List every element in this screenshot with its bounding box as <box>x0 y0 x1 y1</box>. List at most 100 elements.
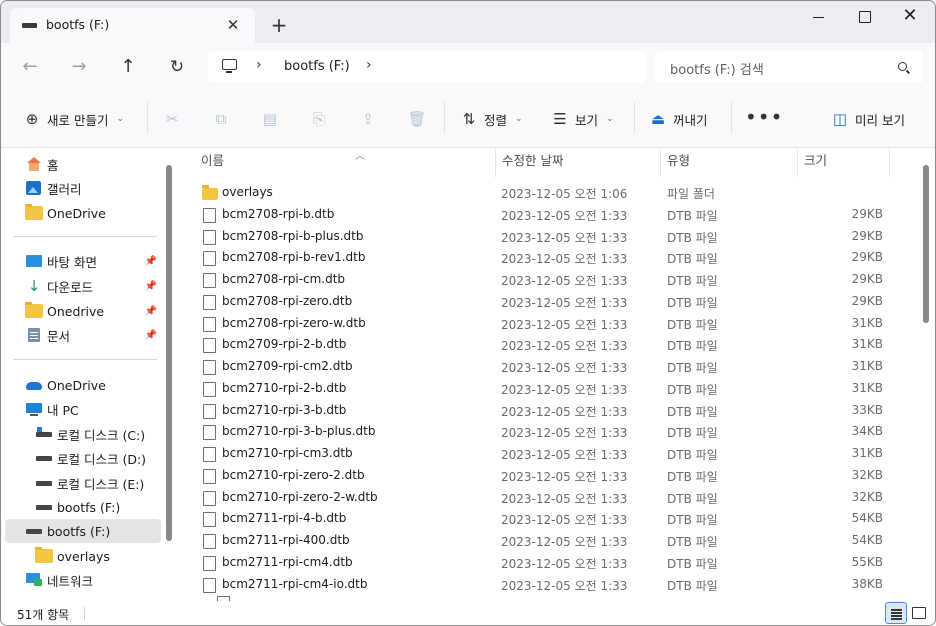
pin-icon[interactable]: 📌 <box>145 256 157 267</box>
sidebar-item-gallery[interactable]: 갤러리 <box>5 176 161 200</box>
column-header-size[interactable]: 크기 <box>798 149 890 177</box>
pin-icon[interactable]: 📌 <box>145 281 157 292</box>
sidebar-item-overlays[interactable]: overlays <box>5 544 161 568</box>
file-name: bcm2708-rpi-zero.dtb <box>222 293 353 308</box>
view-button[interactable]: ☰ 보기 ⌄ <box>551 107 613 131</box>
minimize-button[interactable] <box>795 1 841 33</box>
sidebar-item-drive-c[interactable]: 로컬 디스크 (C:) <box>5 422 161 446</box>
file-name: bcm2710-rpi-3-b.dtb <box>222 402 347 417</box>
table-row[interactable]: bcm2708-rpi-b.dtb 2023-12-05 오전 1:33 DTB 파… <box>193 204 913 226</box>
file-icon <box>203 447 216 462</box>
table-row[interactable]: bcm2710-rpi-zero-2-w.dtb 2023-12-05 오전 1:… <box>193 487 913 509</box>
file-type: DTB 파일 <box>667 426 718 441</box>
sidebar-item-bootfs[interactable]: bootfs (F:) <box>5 519 161 543</box>
table-row[interactable]: bcm2708-rpi-b-rev1.dtb 2023-12-05 오전 1:33… <box>193 247 913 269</box>
view-lines-icon: ☰ <box>553 110 567 128</box>
item-count: 51개 항목 <box>17 608 70 622</box>
close-window-button[interactable]: ✕ <box>887 1 933 33</box>
table-row[interactable]: bcm2711-rpi-cm4.dtb 2023-12-05 오전 1:33 DTB… <box>193 552 913 574</box>
maximize-button[interactable] <box>841 1 887 33</box>
share-icon[interactable]: ⇪ <box>357 107 379 131</box>
address-bar[interactable]: › bootfs (F:) › <box>208 51 646 83</box>
more-options-button[interactable]: ••• <box>745 105 783 129</box>
content-scrollbar[interactable] <box>923 165 929 323</box>
computer-icon <box>25 402 43 416</box>
tab-bootfs[interactable]: bootfs (F:) ✕ <box>10 8 255 43</box>
pin-icon[interactable]: 📌 <box>145 306 157 317</box>
sidebar-item-network[interactable]: 네트워크 <box>5 568 161 592</box>
column-header-type[interactable]: 유형 <box>661 149 798 177</box>
network-icon <box>25 573 43 587</box>
forward-button[interactable]: → <box>64 53 94 81</box>
table-row[interactable]: bcm2710-rpi-3-b-plus.dtb 2023-12-05 오전 1:… <box>193 421 913 443</box>
sidebar-divider <box>13 359 157 360</box>
eject-button[interactable]: ⏏ 꺼내기 <box>649 107 708 131</box>
table-row[interactable]: bcm2711-rpi-4-b.dtb 2023-12-05 오전 1:33 DTB… <box>193 508 913 530</box>
sidebar-item-downloads[interactable]: ↓ 다운로드 📌 <box>5 274 161 298</box>
sidebar-item-desktop[interactable]: 바탕 화면 📌 <box>5 249 161 273</box>
table-row[interactable]: bcm2708-rpi-zero.dtb 2023-12-05 오전 1:33 DT… <box>193 291 913 313</box>
table-row[interactable]: overlays 2023-12-05 오전 1:06 파일 폴더 <box>193 182 913 204</box>
table-row[interactable]: bcm2710-rpi-zero-2.dtb 2023-12-05 오전 1:33… <box>193 465 913 487</box>
sidebar-item-home[interactable]: 홈 <box>5 152 161 176</box>
sort-button[interactable]: ⇅ 정렬 ⌄ <box>460 107 523 131</box>
view-label: 보기 <box>575 112 599 128</box>
sidebar-item-documents[interactable]: 문서 📌 <box>5 323 161 347</box>
new-tab-button[interactable]: + <box>265 13 293 39</box>
sidebar-item-label: bootfs (F:) <box>57 499 121 515</box>
computer-icon[interactable] <box>222 59 237 73</box>
file-size: 31KB <box>851 337 883 352</box>
table-row[interactable]: bcm2708-rpi-b-plus.dtb 2023-12-05 오전 1:33… <box>193 226 913 248</box>
breadcrumb-chevron-icon[interactable]: › <box>256 57 262 73</box>
breadcrumb-bootfs[interactable]: bootfs (F:) <box>284 59 350 74</box>
breadcrumb-chevron-icon[interactable]: › <box>366 57 372 73</box>
file-type: DTB 파일 <box>667 252 718 267</box>
refresh-button[interactable]: ↻ <box>162 53 192 81</box>
tiles-view-button[interactable] <box>908 602 930 624</box>
rename-icon[interactable]: ⎘ <box>308 107 330 131</box>
copy-icon[interactable]: ⧉ <box>210 107 232 131</box>
sidebar-item-label: 다운로드 <box>47 279 94 295</box>
column-header-date[interactable]: 수정한 날짜 <box>496 149 661 177</box>
search-icon[interactable] <box>898 62 907 71</box>
paste-icon[interactable]: ▤ <box>259 107 281 131</box>
status-bar: 51개 항목 <box>1 601 935 625</box>
table-row[interactable]: bcm2709-rpi-cm2.dtb 2023-12-05 오전 1:33 DTB… <box>193 356 913 378</box>
table-row[interactable]: bcm2710-rpi-3-b.dtb 2023-12-05 오전 1:33 DTB… <box>193 400 913 422</box>
sidebar-scrollbar[interactable] <box>166 165 172 541</box>
sidebar-item-drive-e[interactable]: 로컬 디스크 (E:) <box>5 471 161 495</box>
file-name: bcm2710-rpi-cm3.dtb <box>222 446 353 460</box>
table-row[interactable]: bcm2711-rpi-cm4-io.dtb 2023-12-05 오전 1:33… <box>193 574 913 596</box>
table-row[interactable]: bcm2708-rpi-zero-w.dtb 2023-12-05 오전 1:33… <box>193 313 913 335</box>
sidebar-item-onedrive[interactable]: OneDrive <box>5 201 161 225</box>
sidebar-item-bootfs-pc[interactable]: bootfs (F:) <box>5 495 161 519</box>
tab-close-button[interactable]: ✕ <box>222 14 244 36</box>
sidebar-item-drive-d[interactable]: 로컬 디스크 (D:) <box>5 446 161 470</box>
preview-pane-button[interactable]: ◫ 미리 보기 <box>831 107 905 131</box>
file-date: 2023-12-05 오전 1:33 <box>501 317 628 332</box>
new-button[interactable]: ⊕ 새로 만들기 ⌄ <box>23 107 124 131</box>
file-size: 55KB <box>851 554 883 569</box>
sidebar-item-onedrive-pinned[interactable]: Onedrive 📌 <box>5 299 161 323</box>
file-type: DTB 파일 <box>667 404 718 419</box>
search-box[interactable]: bootfs (F:) 검색 <box>655 51 923 83</box>
table-row[interactable]: bcm2710-rpi-cm3.dtb 2023-12-05 오전 1:33 DTB… <box>193 443 913 465</box>
delete-icon[interactable]: 🗑 <box>406 107 428 131</box>
up-button[interactable]: ↑ <box>113 53 143 81</box>
download-icon: ↓ <box>27 277 41 295</box>
column-header-name[interactable]: 이름 ︿ <box>195 149 496 177</box>
table-row[interactable]: bcm2708-rpi-cm.dtb 2023-12-05 오전 1:33 DTB … <box>193 269 913 291</box>
cut-icon[interactable]: ✂ <box>161 107 183 131</box>
back-button[interactable]: ← <box>15 53 45 81</box>
table-row[interactable]: bcm2711-rpi-400.dtb 2023-12-05 오전 1:33 DTB… <box>193 530 913 552</box>
pin-icon[interactable]: 📌 <box>145 330 157 341</box>
sidebar-item-this-pc[interactable]: 내 PC <box>5 397 161 421</box>
sidebar-item-onedrive-cloud[interactable]: OneDrive <box>5 373 161 397</box>
table-row[interactable]: bcm2709-rpi-2-b.dtb 2023-12-05 오전 1:33 DTB… <box>193 334 913 356</box>
sort-label: 정렬 <box>484 112 508 128</box>
details-view-button[interactable] <box>885 602 907 624</box>
file-size: 31KB <box>851 446 883 460</box>
table-row[interactable]: bcm2710-rpi-2-b.dtb 2023-12-05 오전 1:33 DTB… <box>193 378 913 400</box>
search-input[interactable]: bootfs (F:) 검색 <box>670 59 764 78</box>
sidebar-item-label: OneDrive <box>47 377 106 393</box>
